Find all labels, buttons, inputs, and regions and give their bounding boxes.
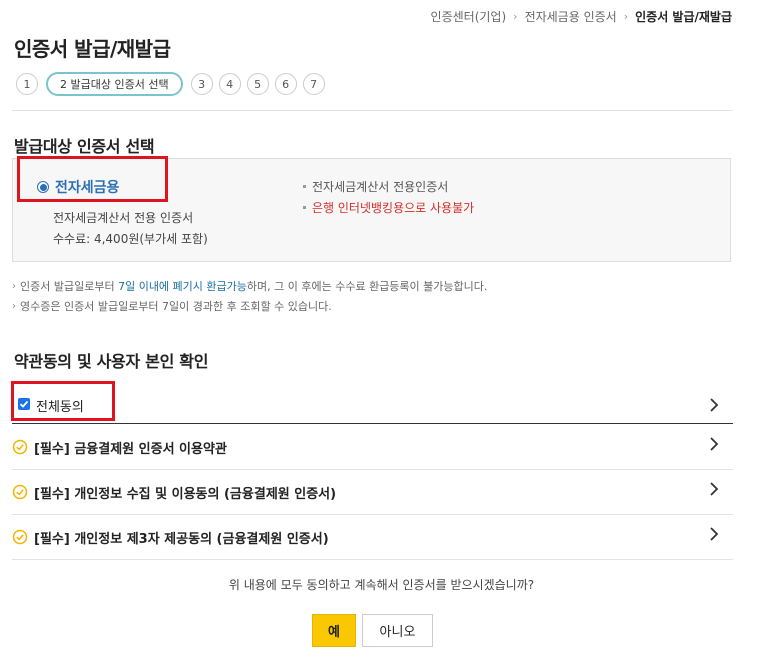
- notice-receipt: › 영수증은 인증서 발급일로부터 7일이 경과한 후 조회할 수 있습니다.: [12, 298, 332, 314]
- step-indicator: 1 2 발급대상 인증서 선택 3 4 5 6 7: [16, 72, 325, 96]
- cert-fee: 수수료: 4,400원(부가세 포함): [53, 232, 208, 246]
- cert-note-1-text: 전자세금계산서 전용인증서: [312, 180, 449, 194]
- cert-note-2: 은행 인터넷뱅킹용으로 사용불가: [303, 199, 474, 216]
- page-title: 인증서 발급/재발급: [14, 37, 171, 61]
- agree-all-row[interactable]: 전체동의: [12, 386, 733, 424]
- no-button[interactable]: 아니오: [362, 614, 433, 647]
- chevron-right-icon[interactable]: [709, 398, 719, 412]
- step-1: 1: [16, 73, 38, 95]
- chevron-right-icon: ›: [513, 10, 518, 23]
- term-label-2: [필수] 개인정보 수집 및 이용동의 (금융결제원 인증서): [34, 487, 337, 502]
- bullet-icon: [303, 206, 306, 209]
- agreement-section-title: 약관동의 및 사용자 본인 확인: [14, 352, 209, 371]
- step-7: 7: [302, 73, 325, 95]
- check-circle-icon: [12, 529, 28, 545]
- yes-button[interactable]: 예: [312, 614, 356, 647]
- step-4: 4: [218, 73, 241, 95]
- term-row-2[interactable]: [필수] 개인정보 수집 및 이용동의 (금융결제원 인증서): [12, 470, 733, 515]
- step-5: 5: [246, 73, 269, 95]
- term-label-1: [필수] 금융결제원 인증서 이용약관: [34, 442, 227, 457]
- step-2-active: 2 발급대상 인증서 선택: [46, 72, 183, 96]
- check-circle-icon: [12, 484, 28, 500]
- notice-receipt-text: 영수증은 인증서 발급일로부터 7일이 경과한 후 조회할 수 있습니다.: [20, 300, 332, 313]
- notice-refund: › 인증서 발급일로부터 7일 이내에 폐기시 환급가능하며, 그 이 후에는 …: [12, 278, 487, 294]
- notice-refund-highlight: 7일 이내에 폐기시 환급가능: [118, 280, 247, 293]
- check-circle-icon: [12, 439, 28, 455]
- cert-note-1: 전자세금계산서 전용인증서: [303, 178, 448, 195]
- highlight-box-agree-all: [11, 381, 115, 421]
- notice-refund-text-a: 인증서 발급일로부터: [20, 280, 119, 293]
- cert-note-2-text: 은행 인터넷뱅킹용으로 사용불가: [312, 201, 475, 215]
- chevron-right-icon: ›: [623, 10, 629, 23]
- breadcrumb: 인증센터(기업) › 전자세금용 인증서 › 인증서 발급/재발급: [431, 8, 732, 25]
- term-row-1[interactable]: [필수] 금융결제원 인증서 이용약관: [12, 425, 733, 470]
- breadcrumb-current: 인증서 발급/재발급: [635, 10, 732, 24]
- chevron-right-icon[interactable]: [709, 482, 719, 496]
- chevron-right-icon[interactable]: [709, 437, 719, 451]
- term-row-3[interactable]: [필수] 개인정보 제3자 제공동의 (금융결제원 인증서): [12, 515, 733, 560]
- highlight-box-cert-option: [17, 156, 168, 202]
- breadcrumb-item-etax-cert[interactable]: 전자세금용 인증서: [525, 8, 617, 25]
- step-3: 3: [190, 73, 213, 95]
- bullet-icon: [303, 185, 306, 188]
- notice-refund-text-b: 하며, 그 이 후에는 수수료 환급등록이 불가능합니다.: [246, 280, 488, 293]
- chevron-right-icon: ›: [12, 280, 16, 292]
- breadcrumb-item-cert-center[interactable]: 인증센터(기업): [431, 8, 507, 25]
- term-label-3: [필수] 개인정보 제3자 제공동의 (금융결제원 인증서): [34, 532, 329, 547]
- chevron-right-icon[interactable]: [709, 527, 719, 541]
- chevron-right-icon: ›: [12, 300, 16, 312]
- cert-section-title: 발급대상 인증서 선택: [14, 137, 155, 156]
- divider: [12, 110, 733, 111]
- confirm-question: 위 내용에 모두 동의하고 계속해서 인증서를 받으시겠습니까?: [228, 578, 535, 592]
- cert-desc: 전자세금계산서 전용 인증서: [53, 211, 194, 225]
- step-6: 6: [274, 73, 297, 95]
